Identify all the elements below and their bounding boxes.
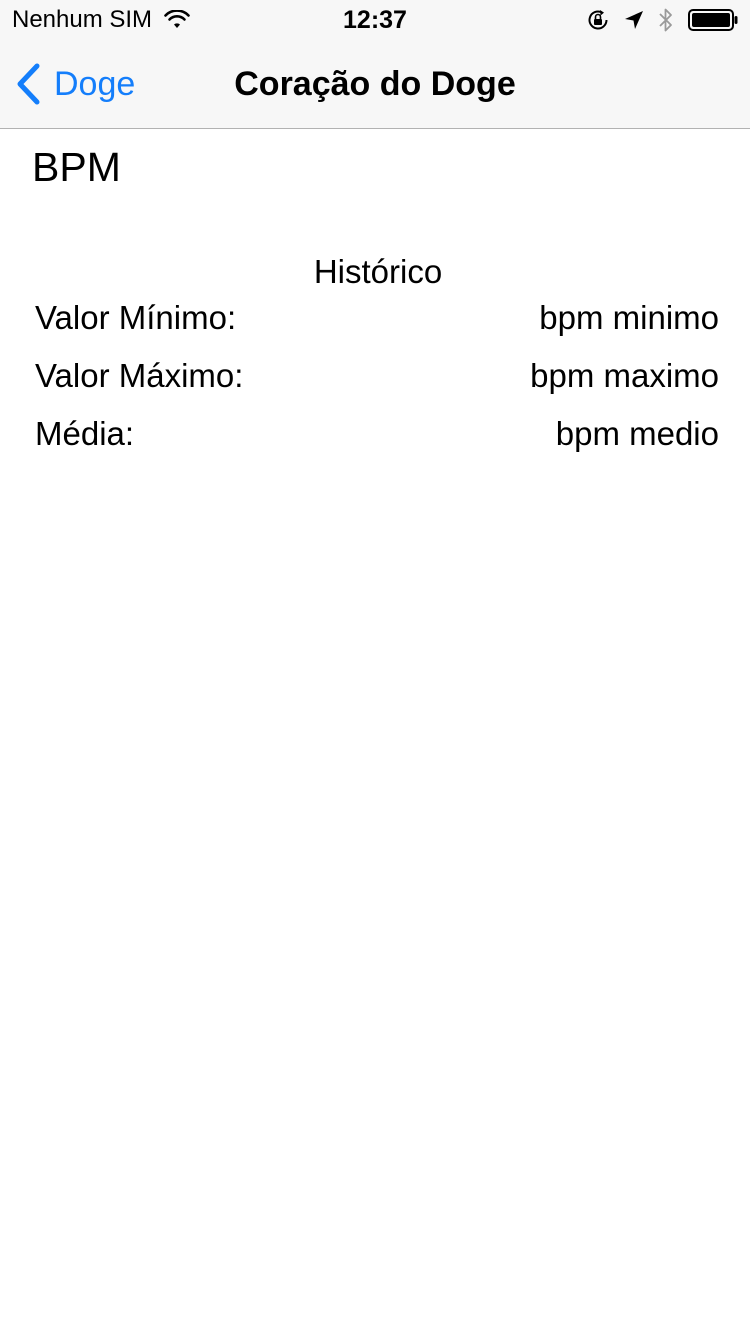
min-value-label: Valor Mínimo: bbox=[35, 299, 237, 336]
max-value-label: Valor Máximo: bbox=[35, 357, 244, 394]
chevron-left-icon bbox=[17, 63, 40, 105]
average-value-label: Média: bbox=[35, 415, 135, 452]
back-button-label: Doge bbox=[54, 65, 136, 103]
navigation-bar: Doge Coração do Doge bbox=[0, 40, 750, 129]
battery-icon bbox=[688, 9, 738, 31]
average-value: bpm medio bbox=[555, 415, 719, 452]
screen: Nenhum SIM 12:37 Doge Coração do Doge BP… bbox=[0, 0, 750, 1334]
max-value-row: Valor Máximo: bpm maximo bbox=[35, 356, 719, 396]
status-icons bbox=[586, 6, 738, 34]
orientation-lock-icon bbox=[588, 10, 608, 30]
max-value: bpm maximo bbox=[530, 357, 719, 394]
location-arrow-icon bbox=[625, 11, 643, 29]
back-button[interactable]: Doge bbox=[14, 40, 135, 128]
bpm-label: BPM bbox=[32, 144, 121, 190]
history-title: Histórico bbox=[313, 253, 443, 290]
average-value-row: Média: bpm medio bbox=[35, 414, 719, 454]
status-bar: Nenhum SIM 12:37 bbox=[0, 0, 750, 40]
min-value: bpm minimo bbox=[539, 299, 719, 336]
bluetooth-icon bbox=[659, 8, 672, 32]
min-value-row: Valor Mínimo: bpm minimo bbox=[35, 298, 719, 338]
